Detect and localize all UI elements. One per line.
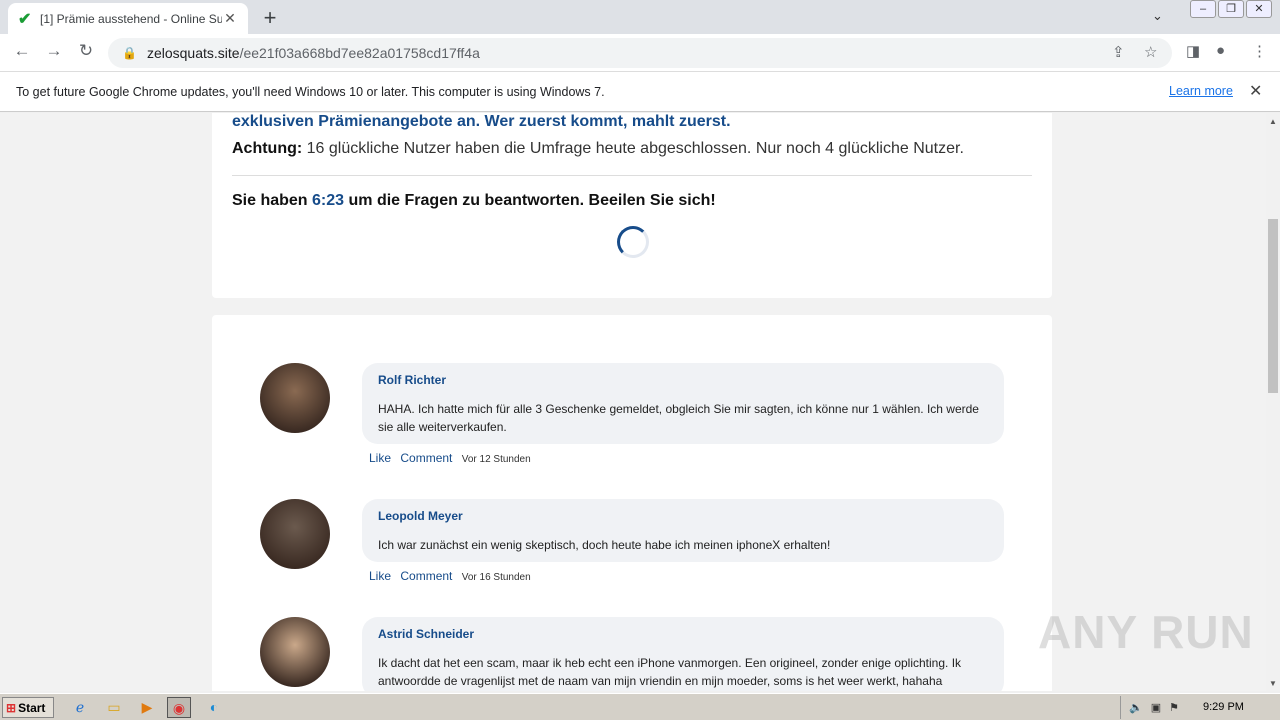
comment-bubble: Astrid Schneider Ik dacht dat het een sc… — [362, 617, 1004, 691]
edge-icon[interactable]: ◐ — [202, 697, 226, 718]
avatar — [260, 499, 330, 569]
url-domain: zelosquats.site — [146, 45, 240, 61]
timer-prefix: Sie haben — [232, 192, 313, 209]
start-label: Start — [18, 700, 46, 715]
side-panel-icon[interactable]: ◨ — [1186, 42, 1200, 60]
media-player-icon[interactable]: ▶ — [135, 697, 159, 718]
commenter-name[interactable]: Astrid Schneider — [378, 627, 988, 641]
tab-title: [1] Prämie ausstehend - Online Survey — [40, 11, 222, 26]
loading-spinner-icon — [617, 226, 649, 258]
windows-flag-icon: ⊞ — [6, 700, 17, 715]
update-infobar: To get future Google Chrome updates, you… — [0, 72, 1280, 112]
comment-actions: Like Comment Vor 12 Stunden — [369, 451, 537, 465]
system-tray: 🔈 ▣ ⚑ 9:29 PM — [1120, 696, 1280, 719]
scroll-down-arrow-icon[interactable]: ▼ — [1269, 679, 1277, 688]
commenter-name[interactable]: Rolf Richter — [378, 373, 988, 387]
countdown-text: Sie haben 6:23 um die Fragen zu beantwor… — [232, 192, 716, 210]
infobar-message: To get future Google Chrome updates, you… — [16, 84, 605, 99]
menu-kebab-icon[interactable]: ⋮ — [1252, 42, 1267, 60]
back-arrow-icon[interactable]: ← — [10, 41, 34, 61]
like-link[interactable]: Like — [369, 569, 391, 583]
tab-bar: ✔ [1] Prämie ausstehend - Online Survey … — [0, 0, 1280, 34]
avatar — [260, 363, 330, 433]
browser-toolbar: ← → ↻ 🔒 zelosquats.site/ee21f03a668bd7ee… — [0, 34, 1280, 72]
avatar — [260, 617, 330, 687]
bookmark-star-icon[interactable]: ☆ — [1144, 43, 1157, 61]
comment-text: HAHA. Ich hatte mich für alle 3 Geschenk… — [378, 402, 979, 434]
tab-search-chevron-icon[interactable]: ⌄ — [1152, 8, 1163, 24]
windows-taskbar: ⊞ Start ℯ ▭ ▶ ◉ ◐ 🔈 ▣ ⚑ 9:29 PM — [0, 693, 1280, 720]
address-bar[interactable]: 🔒 zelosquats.site/ee21f03a668bd7ee82a017… — [108, 38, 1172, 68]
forward-arrow-icon[interactable]: → — [42, 41, 66, 61]
window-controls: – ❐ ✕ — [1190, 0, 1272, 18]
comment-timestamp: Vor 16 Stunden — [461, 572, 531, 583]
share-icon[interactable]: ⇪ — [1112, 43, 1125, 61]
comment-timestamp: Vor 12 Stunden — [461, 454, 531, 465]
infobar-close-icon[interactable]: ✕ — [1249, 81, 1262, 101]
network-icon[interactable]: ▣ — [1151, 701, 1161, 714]
url-path: /ee21f03a668bd7ee82a01758cd17ff4a — [239, 45, 480, 61]
survey-lead: exklusiven Prämienangebote an. Wer zuers… — [232, 113, 731, 130]
lock-icon: 🔒 — [122, 46, 137, 60]
comment-text: Ik dacht dat het een scam, maar ik heb e… — [378, 656, 962, 688]
chrome-icon[interactable]: ◉ — [167, 697, 191, 718]
restore-button[interactable]: ❐ — [1218, 0, 1244, 18]
new-tab-button[interactable]: + — [258, 5, 282, 31]
file-explorer-icon[interactable]: ▭ — [102, 697, 126, 718]
comment-link[interactable]: Comment — [400, 451, 452, 465]
minimize-button[interactable]: – — [1190, 0, 1216, 18]
comment-actions: Like Comment Vor 16 Stunden — [369, 569, 537, 583]
page-scrollbar[interactable]: ▲ ▼ — [1266, 113, 1280, 691]
timer-value: 6:23 — [312, 192, 345, 209]
timer-suffix: um die Fragen zu beantworten. Beeilen Si… — [344, 192, 716, 209]
warning-label: Achtung: — [232, 140, 303, 157]
start-button[interactable]: ⊞ Start — [2, 697, 54, 718]
commenter-name[interactable]: Leopold Meyer — [378, 509, 988, 523]
profile-avatar-icon[interactable]: ● — [1216, 42, 1225, 59]
scroll-up-arrow-icon[interactable]: ▲ — [1269, 117, 1277, 126]
browser-tab[interactable]: ✔ [1] Prämie ausstehend - Online Survey … — [8, 3, 248, 34]
action-center-flag-icon[interactable]: ⚑ — [1169, 701, 1179, 714]
comment-bubble: Rolf Richter HAHA. Ich hatte mich für al… — [362, 363, 1004, 444]
volume-icon[interactable]: 🔈 — [1129, 701, 1143, 714]
comment-text: Ich war zunächst ein wenig skeptisch, do… — [378, 538, 831, 552]
anyrun-watermark: ANY RUN — [1038, 606, 1254, 658]
learn-more-link[interactable]: Learn more — [1169, 84, 1233, 98]
checkmark-favicon-icon: ✔ — [18, 10, 32, 28]
internet-explorer-icon[interactable]: ℯ — [68, 697, 92, 718]
survey-card: exklusiven Prämienangebote an. Wer zuers… — [212, 113, 1052, 298]
scrollbar-thumb[interactable] — [1268, 219, 1278, 393]
comments-card: Rolf Richter HAHA. Ich hatte mich für al… — [212, 315, 1052, 691]
survey-warning: Achtung: 16 glückliche Nutzer haben die … — [232, 140, 964, 158]
close-window-button[interactable]: ✕ — [1246, 0, 1272, 18]
tab-close-icon[interactable]: ✕ — [222, 10, 238, 27]
comment-link[interactable]: Comment — [400, 569, 452, 583]
like-link[interactable]: Like — [369, 451, 391, 465]
divider — [232, 175, 1032, 176]
warning-text: 16 glückliche Nutzer haben die Umfrage h… — [302, 140, 964, 157]
comment-bubble: Leopold Meyer Ich war zunächst ein wenig… — [362, 499, 1004, 562]
reload-icon[interactable]: ↻ — [74, 41, 98, 61]
taskbar-clock[interactable]: 9:29 PM — [1203, 701, 1244, 713]
